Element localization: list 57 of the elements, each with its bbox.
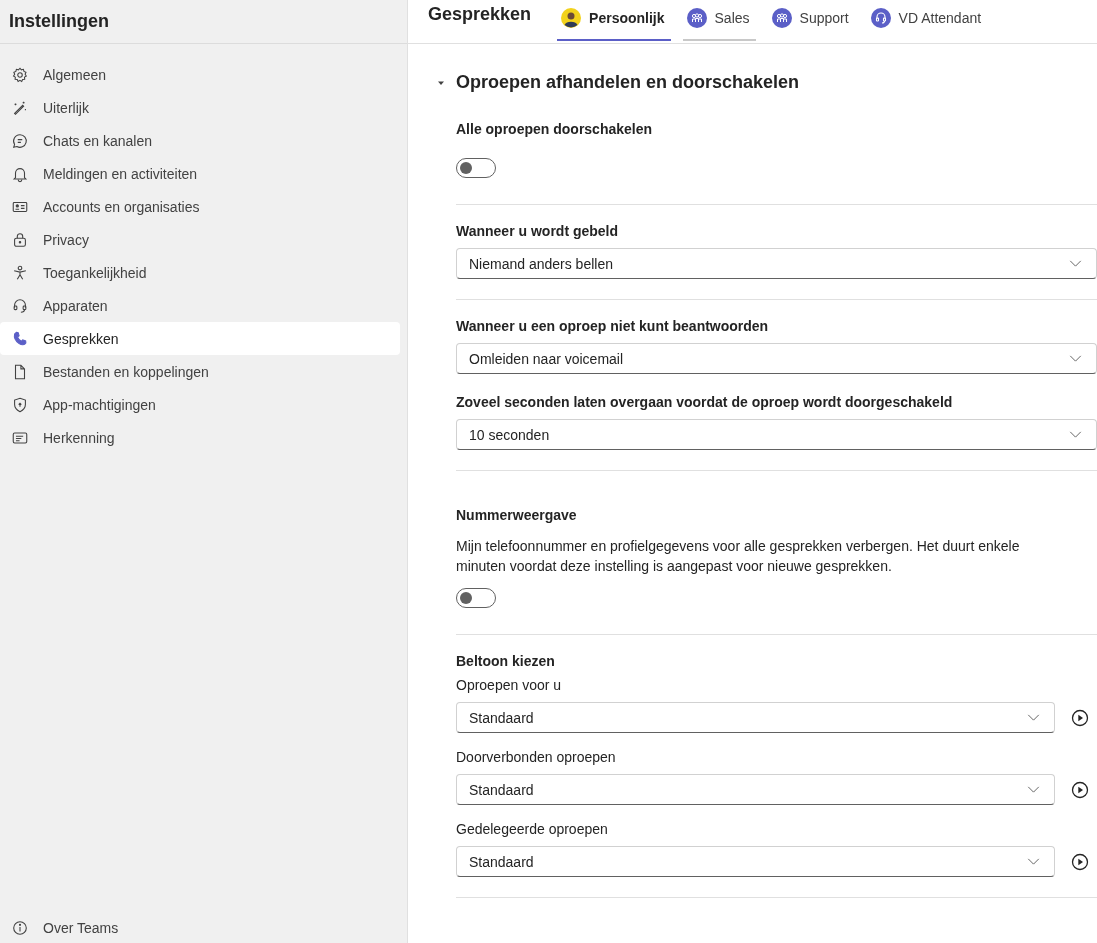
field-label: Oproepen voor u [456, 677, 563, 693]
section-heading: Oproepen afhandelen en doorschakelen [456, 72, 800, 93]
sidebar-item[interactable]: Gesprekken [0, 322, 400, 355]
sidebar-title: Instellingen [9, 11, 109, 32]
headset-icon [11, 296, 29, 315]
play-icon[interactable] [1071, 708, 1089, 727]
sidebar-item[interactable]: Uiterlijk [0, 91, 400, 124]
tab[interactable]: Persoonlijk [557, 4, 671, 41]
chevron-down-icon [1027, 714, 1040, 721]
play-icon[interactable] [1071, 780, 1089, 799]
sidebar-item[interactable]: Privacy [0, 223, 400, 256]
tab[interactable]: Support [767, 4, 855, 41]
lock-icon [11, 230, 29, 249]
setting-title: Beltoon kiezen [456, 653, 556, 669]
sidebar-item[interactable]: Chats en kanalen [0, 124, 400, 157]
chevron-down-icon [1069, 431, 1082, 438]
dropdown[interactable]: Niemand anders bellen [456, 248, 1097, 279]
field-label: Gedelegeerde oproepen [456, 821, 609, 837]
person-icon [11, 263, 29, 282]
chevron-down-icon [1069, 355, 1082, 362]
setting-description: Mijn telefoonnummer en profielgegevens voor alle gesprekken verbergen. Het duurt enkele minuten voordat deze instelling is aangepast voor nieuwe gesprekken. [456, 537, 1021, 576]
chat-icon [11, 131, 29, 150]
sidebar-item[interactable]: Meldingen en activiteiten [0, 157, 400, 190]
play-icon[interactable] [1071, 852, 1089, 871]
info-icon [11, 919, 29, 937]
sidebar-item[interactable]: Toegankelijkheid [0, 256, 400, 289]
field-label: Doorverbonden oproepen [456, 749, 617, 765]
setting-title: Nummerweergave [456, 507, 578, 523]
tab[interactable]: VD Attendant [866, 4, 988, 41]
sidebar-item[interactable]: Accounts en organisaties [0, 190, 400, 223]
gear-icon [11, 65, 29, 84]
tab[interactable]: Sales [682, 4, 756, 41]
setting-title: Alle oproepen doorschakelen [456, 121, 654, 137]
field-label: Zoveel seconden laten overgaan voordat de oproep wordt doorgeschakeld [456, 394, 954, 410]
dropdown[interactable]: Standaard [456, 774, 1055, 805]
sidebar-item[interactable]: Herkenning [0, 421, 400, 454]
page-title: Gesprekken [428, 4, 532, 25]
group-icon [771, 8, 792, 28]
chevron-down-icon [1027, 786, 1040, 793]
dropdown[interactable]: Standaard [456, 846, 1055, 877]
phone-icon [11, 329, 29, 348]
headset-icon [870, 8, 891, 28]
sidebar-item[interactable]: App-machtigingen [0, 388, 400, 421]
sidebar-item[interactable]: Bestanden en koppelingen [0, 355, 400, 388]
sidebar-item[interactable]: Algemeen [0, 58, 400, 91]
setting-title: Wanneer u een oproep niet kunt beantwoorden [456, 318, 770, 334]
chevron-down-icon [1027, 858, 1040, 865]
sidebar-item[interactable]: Apparaten [0, 289, 400, 322]
dropdown[interactable]: 10 seconden [456, 419, 1097, 450]
shield-icon [11, 395, 29, 414]
dropdown[interactable]: Standaard [456, 702, 1055, 733]
dropdown[interactable]: Omleiden naar voicemail [456, 343, 1097, 374]
setting-title: Wanneer u wordt gebeld [456, 223, 620, 239]
chevron-down-icon [1069, 260, 1082, 267]
sidebar-item[interactable]: Over Teams [0, 913, 400, 943]
avatar-icon [561, 8, 582, 28]
group-icon [686, 8, 707, 28]
